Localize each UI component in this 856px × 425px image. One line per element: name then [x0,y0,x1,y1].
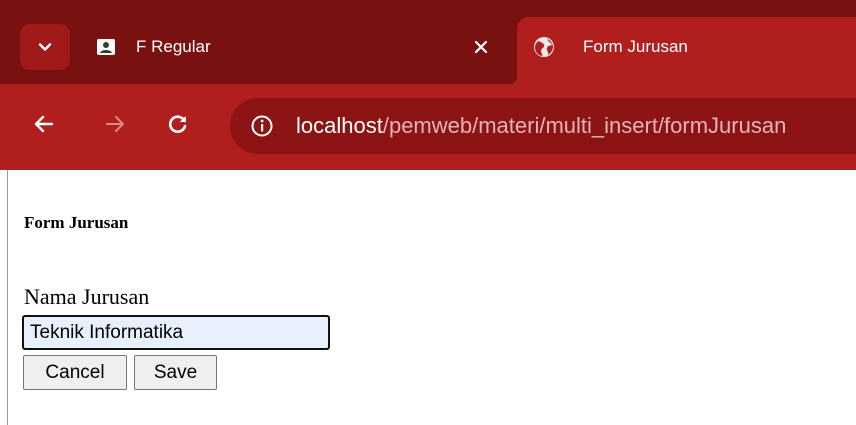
reload-icon [168,115,187,133]
nama-jurusan-input[interactable] [22,315,330,350]
cancel-button[interactable]: Cancel [23,355,127,390]
address-bar[interactable]: localhost/pemweb/materi/multi_insert/for… [230,98,856,154]
forward-arrow-icon [106,116,124,132]
form-heading: Form Jurusan [24,213,129,232]
url-text: localhost/pemweb/materi/multi_insert/for… [296,113,786,139]
globe-icon [534,37,554,57]
reload-button[interactable] [160,106,196,142]
tab-title: F Regular [136,37,211,56]
chevron-down-icon [38,43,52,51]
tab-strip: F Regular Form Jurusan [0,0,856,87]
close-tab-button[interactable] [470,36,492,58]
back-arrow-icon [34,115,54,133]
url-path: /pemweb/materi/multi_insert/formJurusan [382,113,787,138]
forward-button[interactable] [97,106,133,142]
back-button[interactable] [26,106,62,142]
browser-toolbar: localhost/pemweb/materi/multi_insert/for… [0,84,856,170]
page-divider [7,170,8,425]
tab-f-regular[interactable]: F Regular [82,18,514,76]
save-button[interactable]: Save [134,355,217,390]
close-icon [474,40,488,54]
tab-search-button[interactable] [20,24,70,70]
nama-jurusan-label: Nama Jurusan [24,284,150,309]
tab-form-jurusan[interactable]: Form Jurusan [517,17,856,87]
url-host: localhost [296,113,383,138]
contact-card-icon [97,39,115,55]
tab-title: Form Jurusan [583,37,688,56]
tab-curve [499,66,519,86]
info-icon[interactable] [250,114,274,138]
page-content: Form Jurusan Nama Jurusan Cancel Save [0,170,856,425]
